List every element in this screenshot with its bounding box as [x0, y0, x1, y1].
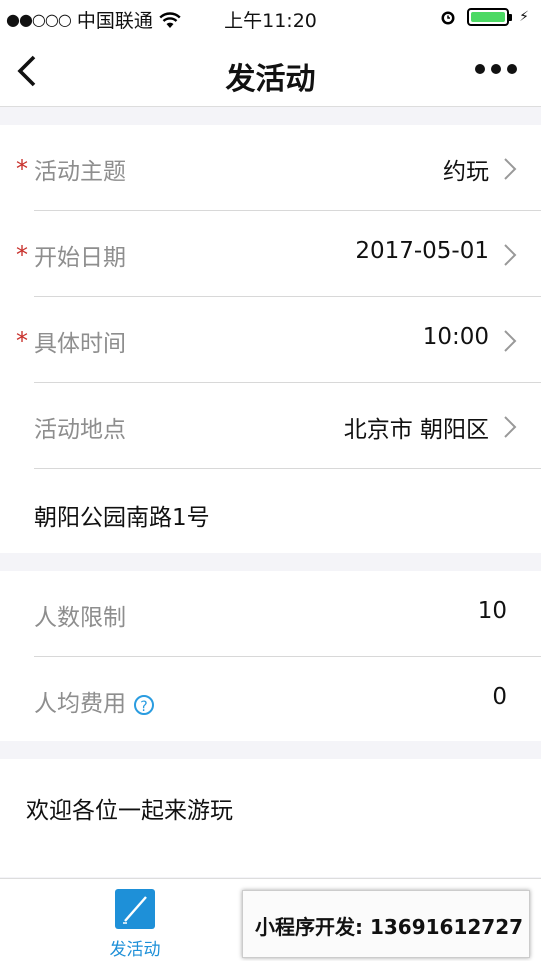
chevron-right-icon: [504, 158, 517, 180]
status-right: ⚡: [439, 8, 529, 26]
chevron-right-icon: [504, 244, 517, 266]
start-date-value: 2017-05-01: [355, 238, 489, 264]
fee-label: 人均费用: [34, 691, 126, 717]
location-value: 北京市 朝阳区: [343, 417, 489, 443]
time-row[interactable]: * 具体时间 10:00: [0, 297, 541, 383]
tab-label: 发活动: [109, 940, 161, 960]
charging-icon: ⚡: [519, 9, 529, 25]
fee-row[interactable]: 人均费用? 0: [0, 657, 541, 743]
nav-bar: 发活动: [0, 36, 541, 107]
location-label: 活动地点: [34, 417, 126, 443]
theme-value: 约玩: [443, 159, 489, 185]
people-limit-row[interactable]: 人数限制 10: [0, 571, 541, 657]
participants-section: 人数限制 10 人均费用? 0: [0, 571, 541, 741]
help-icon[interactable]: ?: [134, 694, 154, 715]
promo-banner: 小程序开发: 13691612727: [242, 890, 530, 958]
theme-label: 活动主题: [34, 159, 126, 185]
description-textarea[interactable]: 欢迎各位一起来游玩: [26, 791, 233, 825]
alarm-icon: [441, 11, 455, 25]
fee-label-wrap: 人均费用?: [34, 684, 154, 718]
tab-publish-activity[interactable]: 发活动: [100, 889, 170, 960]
edit-icon: [115, 889, 155, 929]
more-options-button[interactable]: [475, 64, 517, 74]
chevron-right-icon: [504, 416, 517, 438]
start-date-row[interactable]: * 开始日期 2017-05-01: [0, 211, 541, 297]
battery-icon: [467, 8, 513, 26]
fee-input[interactable]: 0: [492, 684, 507, 710]
required-marker: *: [16, 155, 28, 183]
time-value: 10:00: [422, 324, 489, 350]
location-row[interactable]: 活动地点 北京市 朝阳区: [0, 383, 541, 469]
people-limit-label: 人数限制: [34, 605, 126, 631]
people-limit-input[interactable]: 10: [478, 598, 507, 624]
status-bar: ●●○○○ 中国联通 上午11:20 ⚡: [0, 0, 541, 36]
address-input[interactable]: 朝阳公园南路1号: [34, 498, 210, 532]
activity-info-section: * 活动主题 约玩 * 开始日期 2017-05-01 * 具体时间 10:00…: [0, 125, 541, 553]
required-marker: *: [16, 241, 28, 269]
address-row[interactable]: 朝阳公园南路1号: [0, 469, 541, 555]
start-date-label: 开始日期: [34, 245, 126, 271]
promo-text: 小程序开发: 13691612727: [255, 915, 524, 939]
theme-row[interactable]: * 活动主题 约玩: [0, 125, 541, 211]
description-section: 欢迎各位一起来游玩: [0, 759, 541, 877]
page-title: 发活动: [225, 62, 316, 97]
chevron-right-icon: [504, 330, 517, 352]
required-marker: *: [16, 327, 28, 355]
time-label: 具体时间: [34, 331, 126, 357]
